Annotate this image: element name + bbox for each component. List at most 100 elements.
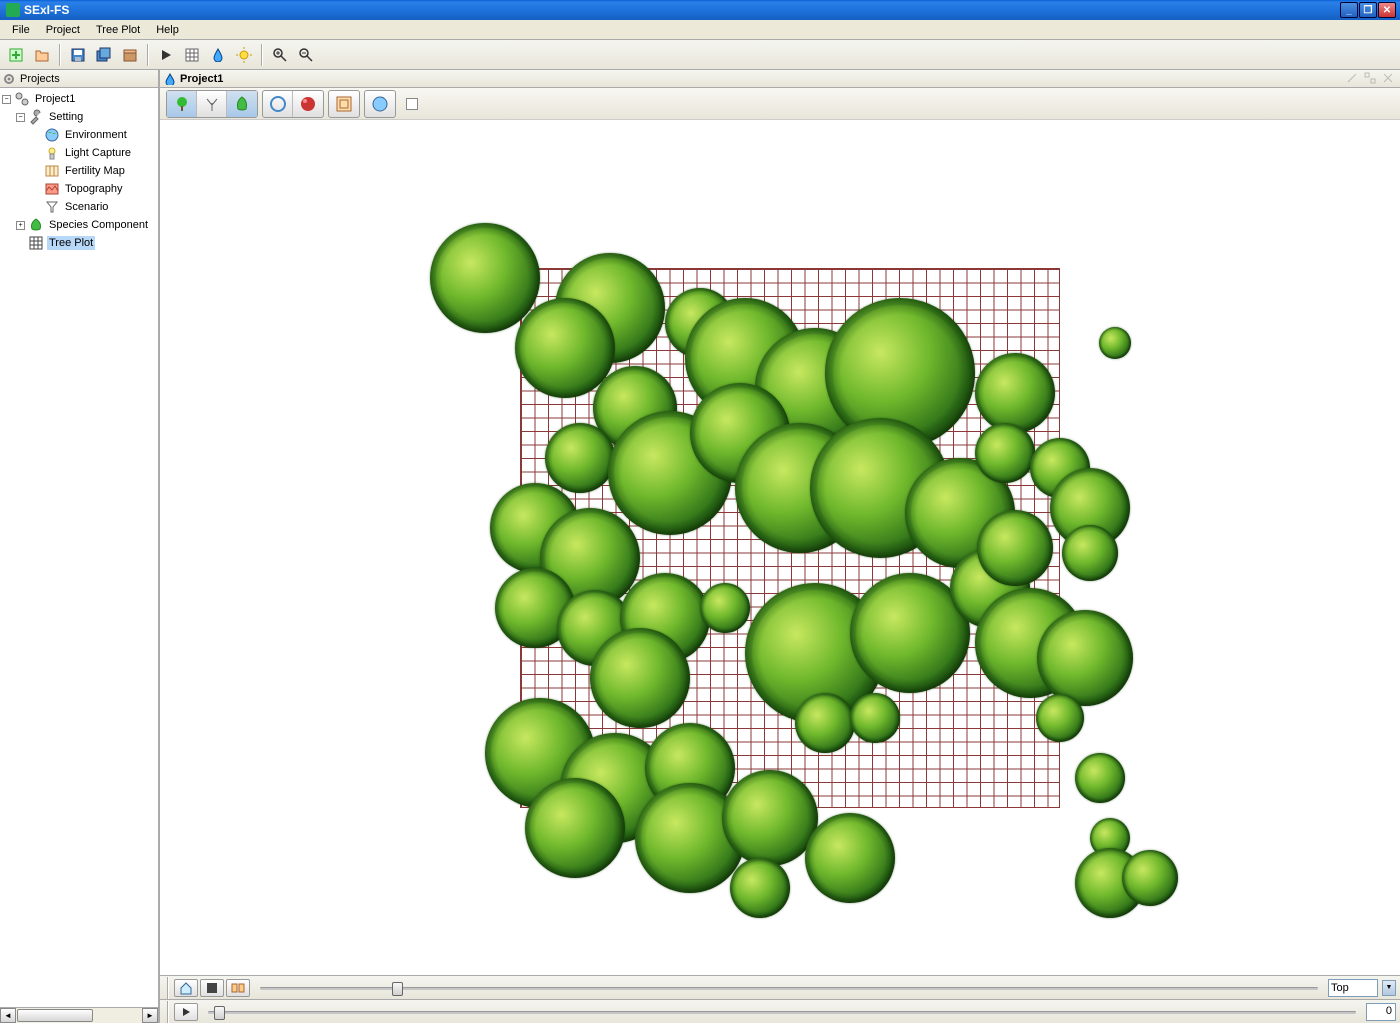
toolbar-separator [147, 44, 149, 66]
water-button[interactable] [206, 43, 230, 67]
tree-node-light[interactable]: Light Capture [2, 144, 156, 162]
bottom-bar-view: Top ▼ [160, 975, 1400, 999]
tree-canopy[interactable] [525, 778, 625, 878]
zoom-slider[interactable] [260, 979, 1318, 997]
menu-treeplot[interactable]: Tree Plot [88, 22, 148, 38]
new-project-button[interactable] [4, 43, 28, 67]
slider-thumb[interactable] [392, 982, 403, 996]
tree-label: Project1 [33, 92, 77, 106]
package-button[interactable] [118, 43, 142, 67]
maximize-button[interactable]: ❐ [1359, 2, 1377, 18]
maximize-panel-icon[interactable] [1364, 72, 1378, 86]
pin-icon[interactable] [1346, 72, 1360, 86]
bottom-separator [167, 1001, 169, 1023]
open-project-button[interactable] [30, 43, 54, 67]
tree-canopy[interactable] [805, 813, 895, 903]
tree-canopy[interactable] [1036, 694, 1084, 742]
scroll-thumb[interactable] [17, 1009, 93, 1022]
view-globe-button[interactable] [365, 91, 395, 117]
sidebar: Projects − Project1 − Setting Environmen… [0, 70, 160, 1023]
tree-canopy[interactable] [1099, 327, 1131, 359]
zoom-in-button[interactable] [268, 43, 292, 67]
tree-canopy[interactable] [850, 693, 900, 743]
fit-screen-button[interactable] [200, 979, 224, 997]
view-circle-button[interactable] [263, 91, 293, 117]
project-icon [14, 91, 30, 107]
menu-project[interactable]: Project [38, 22, 88, 38]
tree-canopy[interactable] [975, 423, 1035, 483]
tree-node-fertility[interactable]: Fertility Map [2, 162, 156, 180]
tree-node-environment[interactable]: Environment [2, 126, 156, 144]
tree-canopy[interactable] [722, 770, 818, 866]
menu-help[interactable]: Help [148, 22, 187, 38]
scroll-left-button[interactable]: ◄ [0, 1008, 16, 1023]
sidebar-hscroll[interactable]: ◄ ► [0, 1007, 158, 1023]
zoom-out-button[interactable] [294, 43, 318, 67]
tree-canopy[interactable] [1122, 850, 1178, 906]
tree-canopy[interactable] [730, 858, 790, 918]
water-drop-icon [164, 73, 176, 85]
tree-canopy[interactable] [700, 583, 750, 633]
tree-label: Fertility Map [63, 164, 127, 178]
tree-label: Topography [63, 182, 125, 196]
tree-node-scenario[interactable]: Scenario [2, 198, 156, 216]
tree-label: Environment [63, 128, 129, 142]
tree-node-setting[interactable]: − Setting [2, 108, 156, 126]
tab-bar: Project1 [160, 70, 1400, 88]
tree-canopy[interactable] [1062, 525, 1118, 581]
view-group-frame [328, 90, 360, 118]
main-toolbar [0, 40, 1400, 70]
time-slider[interactable] [208, 1003, 1356, 1021]
tree-label: Light Capture [63, 146, 133, 160]
view-checkbox[interactable] [406, 98, 418, 110]
view-tree-green-button[interactable] [167, 91, 197, 117]
scroll-right-button[interactable]: ► [142, 1008, 158, 1023]
tree-canopy[interactable] [590, 628, 690, 728]
tree-canopy[interactable] [430, 223, 540, 333]
light-button[interactable] [232, 43, 256, 67]
project-tree: − Project1 − Setting Environment Light C… [0, 88, 158, 1007]
tree-canopy[interactable] [1075, 753, 1125, 803]
tree-canopy[interactable] [1037, 610, 1133, 706]
canvas-area[interactable] [160, 120, 1400, 975]
view-sphere-button[interactable] [293, 91, 323, 117]
home-button[interactable] [174, 979, 198, 997]
save-button[interactable] [66, 43, 90, 67]
tree-canopy[interactable] [977, 510, 1053, 586]
view-tree-wire-button[interactable] [197, 91, 227, 117]
minimize-button[interactable]: _ [1340, 2, 1358, 18]
menu-file[interactable]: File [4, 22, 38, 38]
view-mode-label: Top [1331, 982, 1349, 994]
scroll-track[interactable] [16, 1008, 142, 1023]
tree-toggle-icon[interactable]: + [16, 221, 25, 230]
play-button[interactable] [174, 1003, 198, 1021]
slider-thumb[interactable] [214, 1006, 225, 1020]
view-frame-button[interactable] [329, 91, 359, 117]
tree-node-species[interactable]: + Species Component [2, 216, 156, 234]
bottom-bar-time: 0 [160, 999, 1400, 1023]
tree-canopy[interactable] [545, 423, 615, 493]
gear-icon [2, 72, 16, 86]
app-icon [6, 3, 20, 17]
globe-icon [44, 127, 60, 143]
save-all-button[interactable] [92, 43, 116, 67]
tree-canopy[interactable] [975, 353, 1055, 433]
tree-node-treeplot[interactable]: Tree Plot [2, 234, 156, 252]
view-mode-select[interactable]: Top [1328, 979, 1378, 997]
wrench-icon [28, 109, 44, 125]
tree-node-topography[interactable]: Topography [2, 180, 156, 198]
close-panel-icon[interactable] [1382, 72, 1396, 86]
plot-view[interactable] [460, 228, 1100, 868]
tree-canopy[interactable] [795, 693, 855, 753]
close-button[interactable]: ✕ [1378, 2, 1396, 18]
table-button[interactable] [180, 43, 204, 67]
tree-toggle-icon[interactable]: − [16, 113, 25, 122]
tree-label: Tree Plot [47, 236, 95, 250]
view-leaf-button[interactable] [227, 91, 257, 117]
tree-toggle-icon[interactable]: − [2, 95, 11, 104]
run-button[interactable] [154, 43, 178, 67]
window-controls: _ ❐ ✕ [1340, 2, 1396, 18]
split-button[interactable] [226, 979, 250, 997]
view-mode-dropdown-button[interactable]: ▼ [1382, 980, 1396, 996]
tree-node-project[interactable]: − Project1 [2, 90, 156, 108]
